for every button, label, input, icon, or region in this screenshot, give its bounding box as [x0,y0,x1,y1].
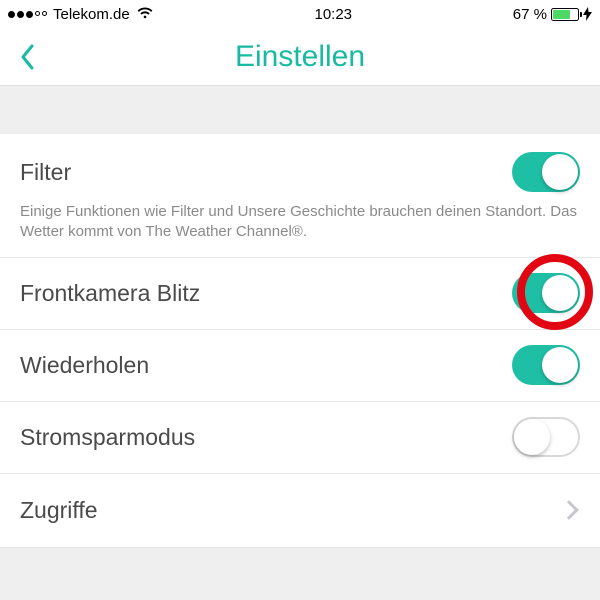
settings-list: Filter Einige Funktionen wie Filter und … [0,134,600,548]
row-filter: Filter [0,134,600,198]
permissions-label: Zugriffe [20,497,98,524]
charging-icon [583,7,592,21]
chevron-right-icon [559,500,579,520]
power-save-label: Stromsparmodus [20,424,195,451]
toggle-knob [542,154,578,190]
status-right: 67 % [513,6,592,23]
toggle-knob [514,419,550,455]
carrier-label: Telekom.de [53,6,130,23]
toggle-knob [542,275,578,311]
replay-label: Wiederholen [20,352,149,379]
row-power-save: Stromsparmodus [0,402,600,474]
section-spacer [0,86,600,134]
row-front-flash: Frontkamera Blitz [0,258,600,330]
front-flash-label: Frontkamera Blitz [20,280,200,307]
power-save-toggle[interactable] [512,417,580,457]
toggle-knob [542,347,578,383]
filter-label: Filter [20,159,71,186]
battery-icon [551,8,579,21]
wifi-icon [136,6,154,23]
front-flash-toggle[interactable] [512,273,580,313]
nav-bar: Einstellen [0,28,600,86]
filter-toggle[interactable] [512,152,580,192]
battery-percent: 67 % [513,6,547,23]
page-title: Einstellen [0,40,600,74]
signal-strength-icon [8,11,47,18]
status-left: Telekom.de [8,6,154,23]
battery-fill [553,10,570,19]
back-button[interactable] [12,37,42,77]
row-permissions[interactable]: Zugriffe [0,474,600,548]
row-replay: Wiederholen [0,330,600,402]
replay-toggle[interactable] [512,345,580,385]
chevron-left-icon [19,43,35,71]
clock: 10:23 [314,6,352,23]
filter-hint: Einige Funktionen wie Filter und Unsere … [0,198,600,258]
status-bar: Telekom.de 10:23 67 % [0,0,600,28]
